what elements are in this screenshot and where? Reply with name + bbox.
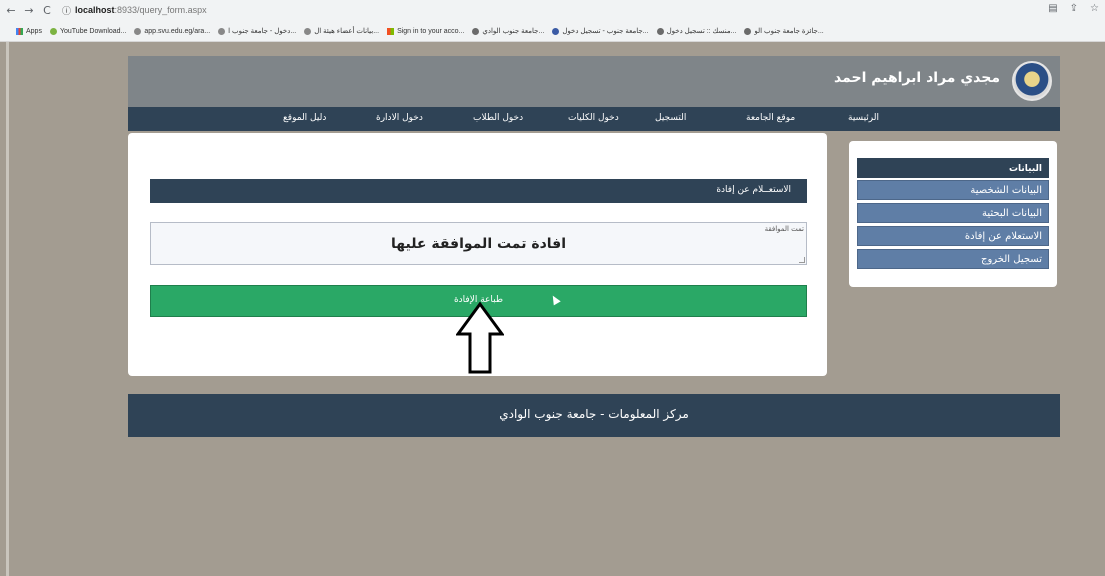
bookmark-label: جامعة جنوب الوادي... <box>482 28 545 35</box>
globe-icon <box>218 27 226 35</box>
user-name: مجدي مراد ابراهيم احمد <box>834 70 1000 86</box>
back-arrow-icon[interactable]: ← <box>4 4 18 17</box>
nav-registration[interactable]: التسجيل <box>655 113 686 123</box>
youtube-download-icon <box>49 27 57 35</box>
info-icon[interactable]: ⓘ <box>62 4 71 17</box>
microsoft-icon <box>387 27 395 35</box>
university-icon <box>744 27 752 35</box>
bookmark-svu[interactable]: جامعة جنوب الوادي... <box>472 27 544 35</box>
footer-text: مركز المعلومات - جامعة جنوب الوادي <box>499 407 689 421</box>
left-edge <box>6 42 9 576</box>
nav-admin-login[interactable]: دخول الادارة <box>376 113 423 123</box>
globe-icon <box>134 27 142 35</box>
result-textarea[interactable]: تمت الموافقة افادة تمت الموافقة عليها <box>150 222 807 265</box>
url-host: localhost <box>75 5 115 15</box>
bookmark-svu-register[interactable]: جامعة جنوب - تسجيل دخول... <box>552 27 649 35</box>
university-logo-icon <box>1012 61 1052 101</box>
bookmark-mansak[interactable]: منسك :: تسجيل دخول... <box>656 27 737 35</box>
sidebar-item-personal-data[interactable]: البيانات الشخصية <box>857 180 1049 200</box>
star-icon[interactable]: ☆ <box>1090 3 1099 14</box>
site-footer: مركز المعلومات - جامعة جنوب الوادي <box>128 394 1060 437</box>
sidebar-item-research-data[interactable]: البيانات البحثية <box>857 203 1049 223</box>
bookmark-label: جائزة جامعة جنوب الو... <box>754 28 824 35</box>
apps-icon <box>16 27 23 35</box>
bookmark-label: Sign in to your acco... <box>397 27 465 35</box>
bookmark-label: دخول - جامعة جنوب ا... <box>228 28 297 35</box>
bookmark-svu-login[interactable]: دخول - جامعة جنوب ا... <box>218 27 296 35</box>
bookmark-svu-award[interactable]: جائزة جامعة جنوب الو... <box>744 27 824 35</box>
resize-grip-icon[interactable] <box>799 257 805 263</box>
share-icon[interactable]: ⇪ <box>1070 3 1078 14</box>
up-arrow-icon <box>456 302 504 374</box>
result-text: افادة تمت الموافقة عليها <box>391 236 566 252</box>
bookmarks-bar: Apps YouTube Download... app.svu.edu.eg/… <box>0 21 1105 41</box>
bookmark-youtube-download[interactable]: YouTube Download... <box>49 27 127 35</box>
inquiry-section-header: الاستعــلام عن إفادة <box>150 179 807 203</box>
main-nav: الرئيسية موقع الجامعة التسجيل دخول الكلي… <box>128 107 1060 131</box>
nav-faculties-login[interactable]: دخول الكليات <box>568 113 619 123</box>
bookmark-app-svu[interactable]: app.svu.edu.eg/ara... <box>134 27 211 35</box>
bookmark-label: منسك :: تسجيل دخول... <box>666 28 737 35</box>
forward-arrow-icon[interactable]: → <box>22 4 36 17</box>
browser-actions: ▤ ⇪ ☆ <box>1048 3 1099 14</box>
address-row: ← → C ⓘ localhost :8933/query_form.aspx <box>0 0 1105 20</box>
url-path: :8933/query_form.aspx <box>114 5 207 15</box>
bookmark-label: app.svu.edu.eg/ara... <box>144 27 211 35</box>
blue-icon <box>552 27 560 35</box>
translate-icon[interactable]: ▤ <box>1048 3 1057 14</box>
globe-icon <box>304 27 312 35</box>
bookmark-label: YouTube Download... <box>59 27 127 35</box>
nav-home[interactable]: الرئيسية <box>848 113 879 123</box>
site-header: مجدي مراد ابراهيم احمد <box>128 56 1060 107</box>
sidebar: البيانات البيانات الشخصية البيانات البحث… <box>849 141 1057 287</box>
inquiry-title: الاستعــلام عن إفادة <box>716 185 791 195</box>
bookmark-label: بيانات أعضاء هيئة ال... <box>314 28 380 35</box>
reload-icon[interactable]: C <box>40 4 54 17</box>
address-bar[interactable]: ⓘ localhost :8933/query_form.aspx <box>62 4 207 17</box>
bookmark-microsoft-signin[interactable]: Sign in to your acco... <box>387 27 465 35</box>
bookmark-label: Apps <box>26 27 42 35</box>
sidebar-head[interactable]: البيانات <box>857 158 1049 178</box>
bookmark-label: جامعة جنوب - تسجيل دخول... <box>562 28 649 35</box>
result-label: تمت الموافقة <box>764 225 804 233</box>
nav-university-site[interactable]: موقع الجامعة <box>746 113 795 123</box>
nav-students-login[interactable]: دخول الطلاب <box>473 113 523 123</box>
nav-site-guide[interactable]: دليل الموقع <box>283 113 326 123</box>
bookmark-apps[interactable]: Apps <box>16 27 42 35</box>
university-icon <box>656 27 664 35</box>
university-icon <box>472 27 480 35</box>
sidebar-item-logout[interactable]: تسجيل الخروج <box>857 249 1049 269</box>
sidebar-item-inquiry[interactable]: الاستعلام عن إفادة <box>857 226 1049 246</box>
browser-toolbar: ← → C ⓘ localhost :8933/query_form.aspx … <box>0 0 1105 42</box>
bookmark-staff-data[interactable]: بيانات أعضاء هيئة ال... <box>304 27 379 35</box>
